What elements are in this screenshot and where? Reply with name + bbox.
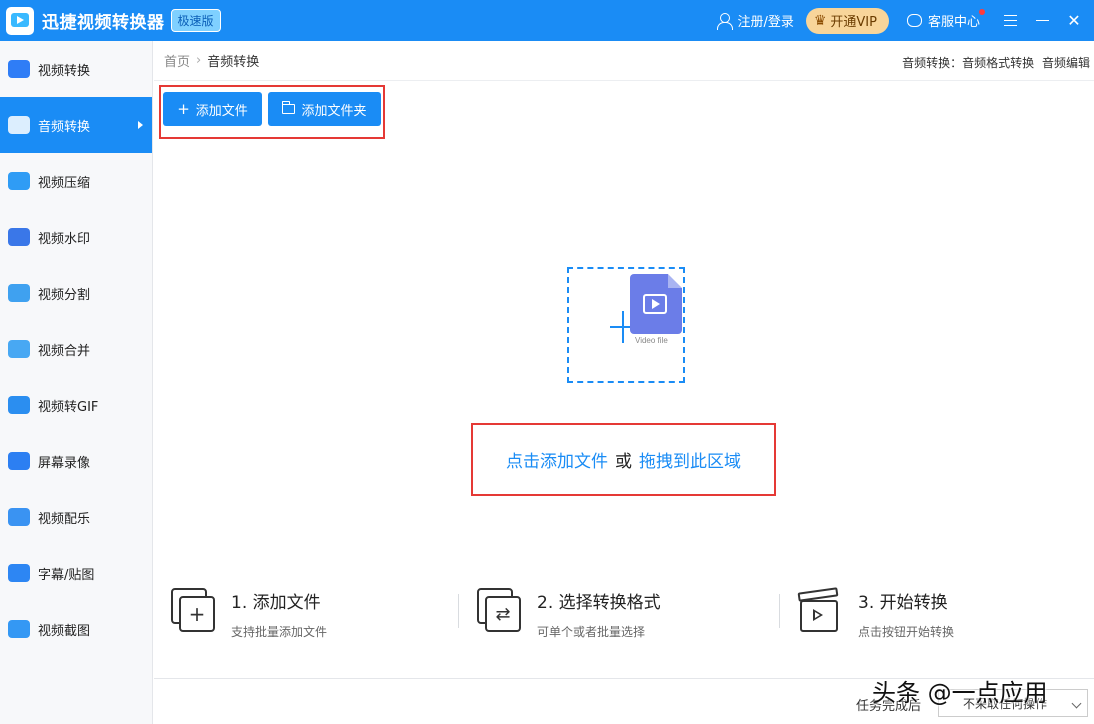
sidebar-item[interactable]: 视频合并 xyxy=(0,321,152,377)
video-compress-icon xyxy=(8,172,30,190)
step-title: 1. 添加文件 xyxy=(231,593,321,613)
drag-here-text: 拖拽到此区域 xyxy=(639,452,741,472)
sidebar-item-label: 视频配乐 xyxy=(38,511,91,527)
watermark: 头条 @一点应用 xyxy=(872,679,1048,707)
sidebar-item[interactable]: 视频分割 xyxy=(0,265,152,321)
sidebar-item[interactable]: 视频水印 xyxy=(0,209,152,265)
drop-instructions: 点击添加文件 或 拖拽到此区域 xyxy=(471,423,776,496)
video-music-icon xyxy=(8,508,30,526)
play-icon xyxy=(643,294,667,314)
sidebar-item[interactable]: 音频转换 xyxy=(0,97,152,153)
step-subtitle: 可单个或者批量选择 xyxy=(537,625,646,639)
sub-function-label: 音频转换： xyxy=(902,56,963,70)
add-file-stack-icon: + xyxy=(171,588,217,634)
crown-icon: ♛ xyxy=(813,12,827,29)
chat-icon xyxy=(906,14,922,27)
step-add-file: + 1. 添加文件 支持批量添加文件 xyxy=(171,588,327,640)
subtitle-sticker-icon xyxy=(8,564,30,582)
sidebar: 视频转换音频转换视频压缩视频水印视频分割视频合并视频转GIF 屏幕录像视频配乐字幕… xyxy=(0,41,153,724)
add-folder-button[interactable]: 添加文件夹 xyxy=(268,92,381,126)
service-center-link[interactable]: 客服中心 xyxy=(906,9,985,30)
minimize-button[interactable] xyxy=(1028,0,1056,41)
sidebar-item[interactable]: 屏幕录像 xyxy=(0,433,152,489)
breadcrumb: 首页 › 音频转换 音频转换：音频格式转换 音频编辑 xyxy=(154,41,1094,81)
video-merge-icon xyxy=(8,340,30,358)
sidebar-item-label: 视频转换 xyxy=(38,63,91,79)
step-title: 3. 开始转换 xyxy=(858,593,948,613)
or-text: 或 xyxy=(615,452,632,472)
login-link[interactable]: 注册/登录 xyxy=(717,11,794,30)
title-bar: 迅捷视频转换器 极速版 注册/登录 ♛ 开通VIP 客服中心 ✕ xyxy=(0,0,1094,41)
service-label: 客服中心 xyxy=(927,15,980,30)
sidebar-item-label: 字幕/贴图 xyxy=(38,567,95,583)
convert-format-stack-icon: ⇄ xyxy=(477,588,523,634)
bottom-bar: 任务完成后 不采取任何操作 头条 @一点应用 xyxy=(154,678,1094,724)
sidebar-item[interactable]: 视频转GIF xyxy=(0,377,152,433)
add-buttons-highlight: + 添加文件 添加文件夹 xyxy=(159,85,385,139)
file-drop-zone[interactable]: Video file xyxy=(567,267,685,383)
audio-convert-icon xyxy=(8,116,30,134)
video-convert-icon xyxy=(8,60,30,78)
breadcrumb-home[interactable]: 首页 xyxy=(164,51,190,70)
video-screenshot-icon xyxy=(8,620,30,638)
menu-button[interactable] xyxy=(996,0,1024,41)
sidebar-item-label: 屏幕录像 xyxy=(38,455,91,471)
sidebar-item-label: 视频转GIF xyxy=(38,399,99,415)
plus-icon: + xyxy=(177,100,190,118)
step-subtitle: 点击按钮开始转换 xyxy=(858,625,955,639)
click-add-file-link[interactable]: 点击添加文件 xyxy=(506,447,608,472)
sidebar-item-label: 视频合并 xyxy=(38,343,91,359)
step-subtitle: 支持批量添加文件 xyxy=(231,625,328,639)
sidebar-item[interactable]: 视频压缩 xyxy=(0,153,152,209)
sidebar-item[interactable]: 视频配乐 xyxy=(0,489,152,545)
video-file-icon xyxy=(630,274,682,334)
video-file-caption: Video file xyxy=(635,336,668,345)
folder-icon xyxy=(282,101,296,114)
close-icon: ✕ xyxy=(1067,11,1081,30)
step-title: 2. 选择转换格式 xyxy=(537,593,661,613)
step-divider xyxy=(458,594,459,628)
video-split-icon xyxy=(8,284,30,302)
video-gif-icon xyxy=(8,396,30,414)
sidebar-item-label: 音频转换 xyxy=(38,119,91,135)
step-divider xyxy=(779,594,780,628)
notification-dot xyxy=(979,9,985,15)
breadcrumb-current: 音频转换 xyxy=(207,55,260,70)
add-file-button[interactable]: + 添加文件 xyxy=(163,92,262,126)
clapperboard-icon xyxy=(797,587,844,634)
add-file-label: 添加文件 xyxy=(195,103,248,119)
sidebar-item[interactable]: 字幕/贴图 xyxy=(0,545,152,601)
edition-badge: 极速版 xyxy=(170,9,221,32)
minimize-icon xyxy=(1035,19,1049,22)
audio-format-convert-link[interactable]: 音频格式转换 xyxy=(962,56,1034,70)
sidebar-item-label: 视频截图 xyxy=(38,623,91,639)
caret-right-icon xyxy=(138,121,143,129)
sidebar-item-label: 视频压缩 xyxy=(38,175,91,191)
step-start-convert: 3. 开始转换 点击按钮开始转换 xyxy=(797,587,955,640)
login-label: 注册/登录 xyxy=(737,15,794,30)
menu-icon xyxy=(1003,15,1017,26)
audio-edit-link[interactable]: 音频编辑 xyxy=(1042,56,1090,70)
vip-label: 开通VIP xyxy=(830,15,877,30)
sidebar-item-label: 视频分割 xyxy=(38,287,91,303)
sidebar-item[interactable]: 视频截图 xyxy=(0,601,152,657)
close-button[interactable]: ✕ xyxy=(1060,0,1088,41)
step-select-format: ⇄ 2. 选择转换格式 可单个或者批量选择 xyxy=(477,588,661,640)
app-logo-icon xyxy=(6,6,34,35)
screen-record-icon xyxy=(8,452,30,470)
chevron-down-icon xyxy=(1071,698,1082,709)
app-title: 迅捷视频转换器 xyxy=(42,13,165,33)
sidebar-item-label: 视频水印 xyxy=(38,231,91,247)
vip-button[interactable]: ♛ 开通VIP xyxy=(805,7,889,34)
video-watermark-icon xyxy=(8,228,30,246)
add-folder-label: 添加文件夹 xyxy=(301,103,367,119)
sidebar-item[interactable]: 视频转换 xyxy=(0,41,152,97)
user-icon xyxy=(717,12,734,30)
breadcrumb-separator-icon: › xyxy=(196,53,202,68)
